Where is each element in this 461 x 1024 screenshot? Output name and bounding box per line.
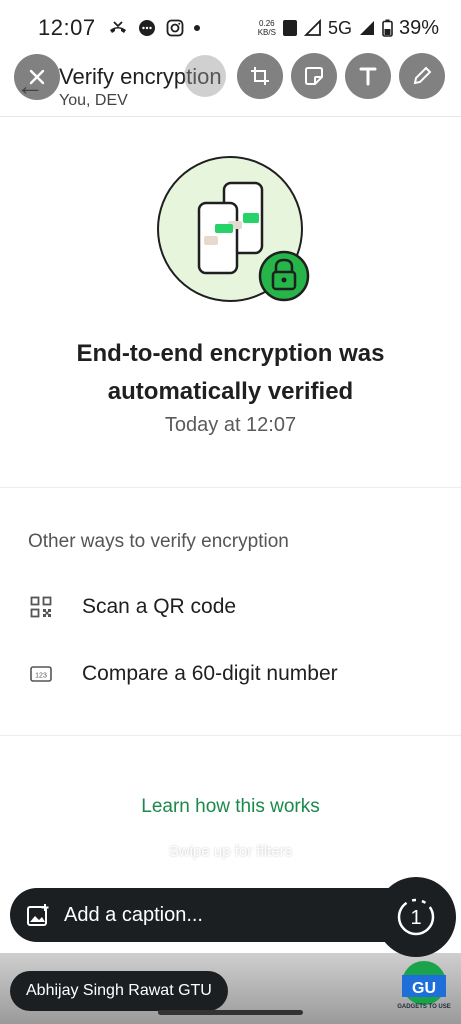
notification-icons xyxy=(108,19,200,37)
pencil-icon xyxy=(413,66,432,85)
scan-qr-option[interactable]: Scan a QR code xyxy=(0,584,461,632)
text-icon xyxy=(359,67,377,86)
number-123-icon: 123 xyxy=(30,666,52,682)
svg-text:123: 123 xyxy=(35,673,47,680)
caption-input[interactable]: Add a caption... xyxy=(10,888,430,942)
qr-code-icon xyxy=(30,596,52,618)
status-right: 0.26 KB/S 5G 39% xyxy=(258,17,439,40)
chat-header: ← Verify encryption You, DEV xyxy=(0,56,461,120)
compare-number-label: Compare a 60-digit number xyxy=(82,662,338,685)
sticker-button[interactable] xyxy=(291,53,337,99)
swipe-up-hint: Swipe up for filters xyxy=(168,843,293,860)
status-bar: 12:07 0.26 KB/S 5G 39% xyxy=(0,0,461,56)
verification-heading: End-to-end encryption was automatically … xyxy=(0,335,461,411)
section-divider-2 xyxy=(0,735,461,736)
missed-call-icon xyxy=(109,21,126,33)
view-once-number: 1 xyxy=(410,907,421,929)
section-label: Other ways to verify encryption xyxy=(28,531,289,552)
verified-timestamp: Today at 12:07 xyxy=(164,414,297,436)
home-indicator[interactable] xyxy=(158,1010,303,1015)
net-speed: 0.26 KB/S xyxy=(258,19,276,37)
status-time: 12:07 xyxy=(38,15,96,40)
section-divider xyxy=(0,487,461,488)
svg-text:GU: GU xyxy=(412,980,436,997)
watermark-caption: GADGETS TO USE xyxy=(397,1004,451,1010)
view-once-button[interactable]: 1 xyxy=(376,877,456,957)
scan-qr-label: Scan a QR code xyxy=(82,595,237,618)
instagram-icon xyxy=(166,19,183,37)
caption-placeholder: Add a caption... xyxy=(64,904,203,926)
header-divider xyxy=(0,116,461,117)
sticker-icon xyxy=(305,67,323,85)
close-editor-button[interactable] xyxy=(14,54,60,100)
battery-icon xyxy=(382,19,393,37)
draw-tool-button[interactable] xyxy=(399,53,445,99)
view-once-icon: 1 xyxy=(397,898,435,936)
recipient-chip[interactable]: Abhijay Singh Rawat GTU xyxy=(10,971,228,1011)
text-tool-button[interactable] xyxy=(345,53,391,99)
signal-icon xyxy=(303,19,321,36)
compare-number-option[interactable]: 123 Compare a 60-digit number xyxy=(0,651,461,699)
encryption-illustration xyxy=(157,156,310,302)
hd-quality-button[interactable] xyxy=(184,55,226,97)
close-icon xyxy=(29,69,45,85)
heading-line-2: automatically verified xyxy=(107,378,354,405)
net-speed-unit: KB/S xyxy=(257,28,276,37)
heading-line-1: End-to-end encryption was xyxy=(76,340,385,367)
more-notifications-dot xyxy=(193,25,200,31)
signal-full-icon xyxy=(359,21,374,35)
add-image-icon[interactable] xyxy=(26,903,50,927)
crop-rotate-icon xyxy=(251,67,269,85)
network-type: 5G xyxy=(327,17,352,38)
battery-level: 39% xyxy=(398,16,439,39)
crop-rotate-button[interactable] xyxy=(237,53,283,99)
learn-more-link[interactable]: Learn how this works xyxy=(0,796,461,818)
net-speed-value: 0.26 xyxy=(259,19,275,28)
chat-bubble-icon xyxy=(138,20,155,36)
page-subtitle: You, DEV xyxy=(59,92,128,109)
volte-icon xyxy=(282,20,297,36)
